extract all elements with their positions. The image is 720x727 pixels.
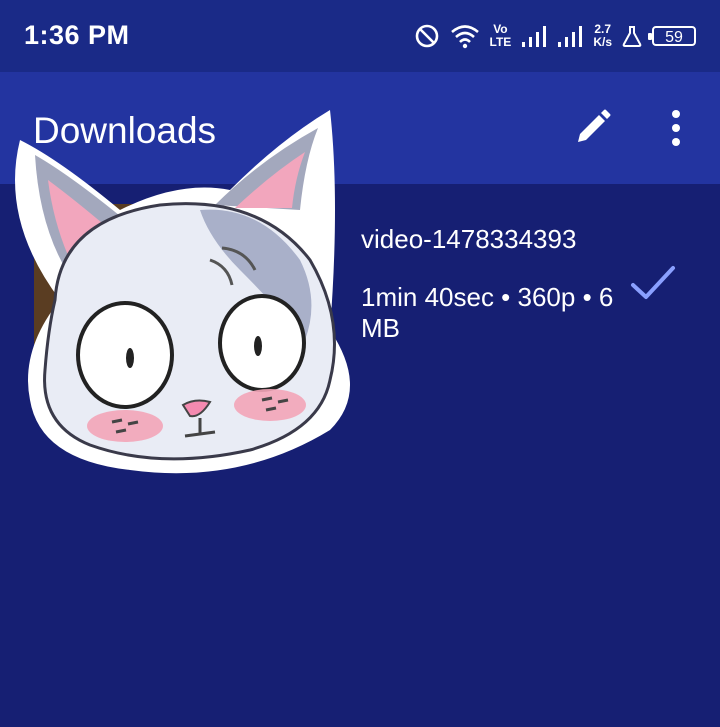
wifi-icon bbox=[450, 25, 479, 49]
battery-indicator: 59 bbox=[648, 26, 696, 46]
network-speed: 2.7 K/s bbox=[593, 23, 612, 49]
status-bar: 1:36 PM Vo LTE 2.7 K/s 59 bbox=[0, 0, 720, 72]
flask-icon bbox=[622, 26, 642, 47]
status-icons: Vo LTE 2.7 K/s 59 bbox=[414, 18, 696, 54]
cat-sticker-image bbox=[15, 110, 350, 474]
volte-indicator: Vo LTE bbox=[490, 23, 512, 49]
do-not-disturb-icon bbox=[415, 24, 438, 48]
volte-bottom-label: LTE bbox=[489, 35, 512, 49]
network-speed-unit: K/s bbox=[593, 35, 612, 49]
pencil-icon bbox=[578, 109, 611, 142]
more-vert-icon bbox=[672, 110, 680, 146]
download-title: video-1478334393 bbox=[361, 224, 577, 254]
download-meta: 1min 40sec • 360p • 6 MB bbox=[361, 282, 614, 343]
signal-icon-sim1 bbox=[522, 26, 547, 47]
check-icon bbox=[631, 266, 675, 299]
signal-icon-sim2 bbox=[558, 26, 583, 47]
status-time: 1:36 PM bbox=[24, 20, 130, 50]
edit-button[interactable] bbox=[570, 106, 614, 150]
more-options-button[interactable] bbox=[660, 106, 692, 150]
